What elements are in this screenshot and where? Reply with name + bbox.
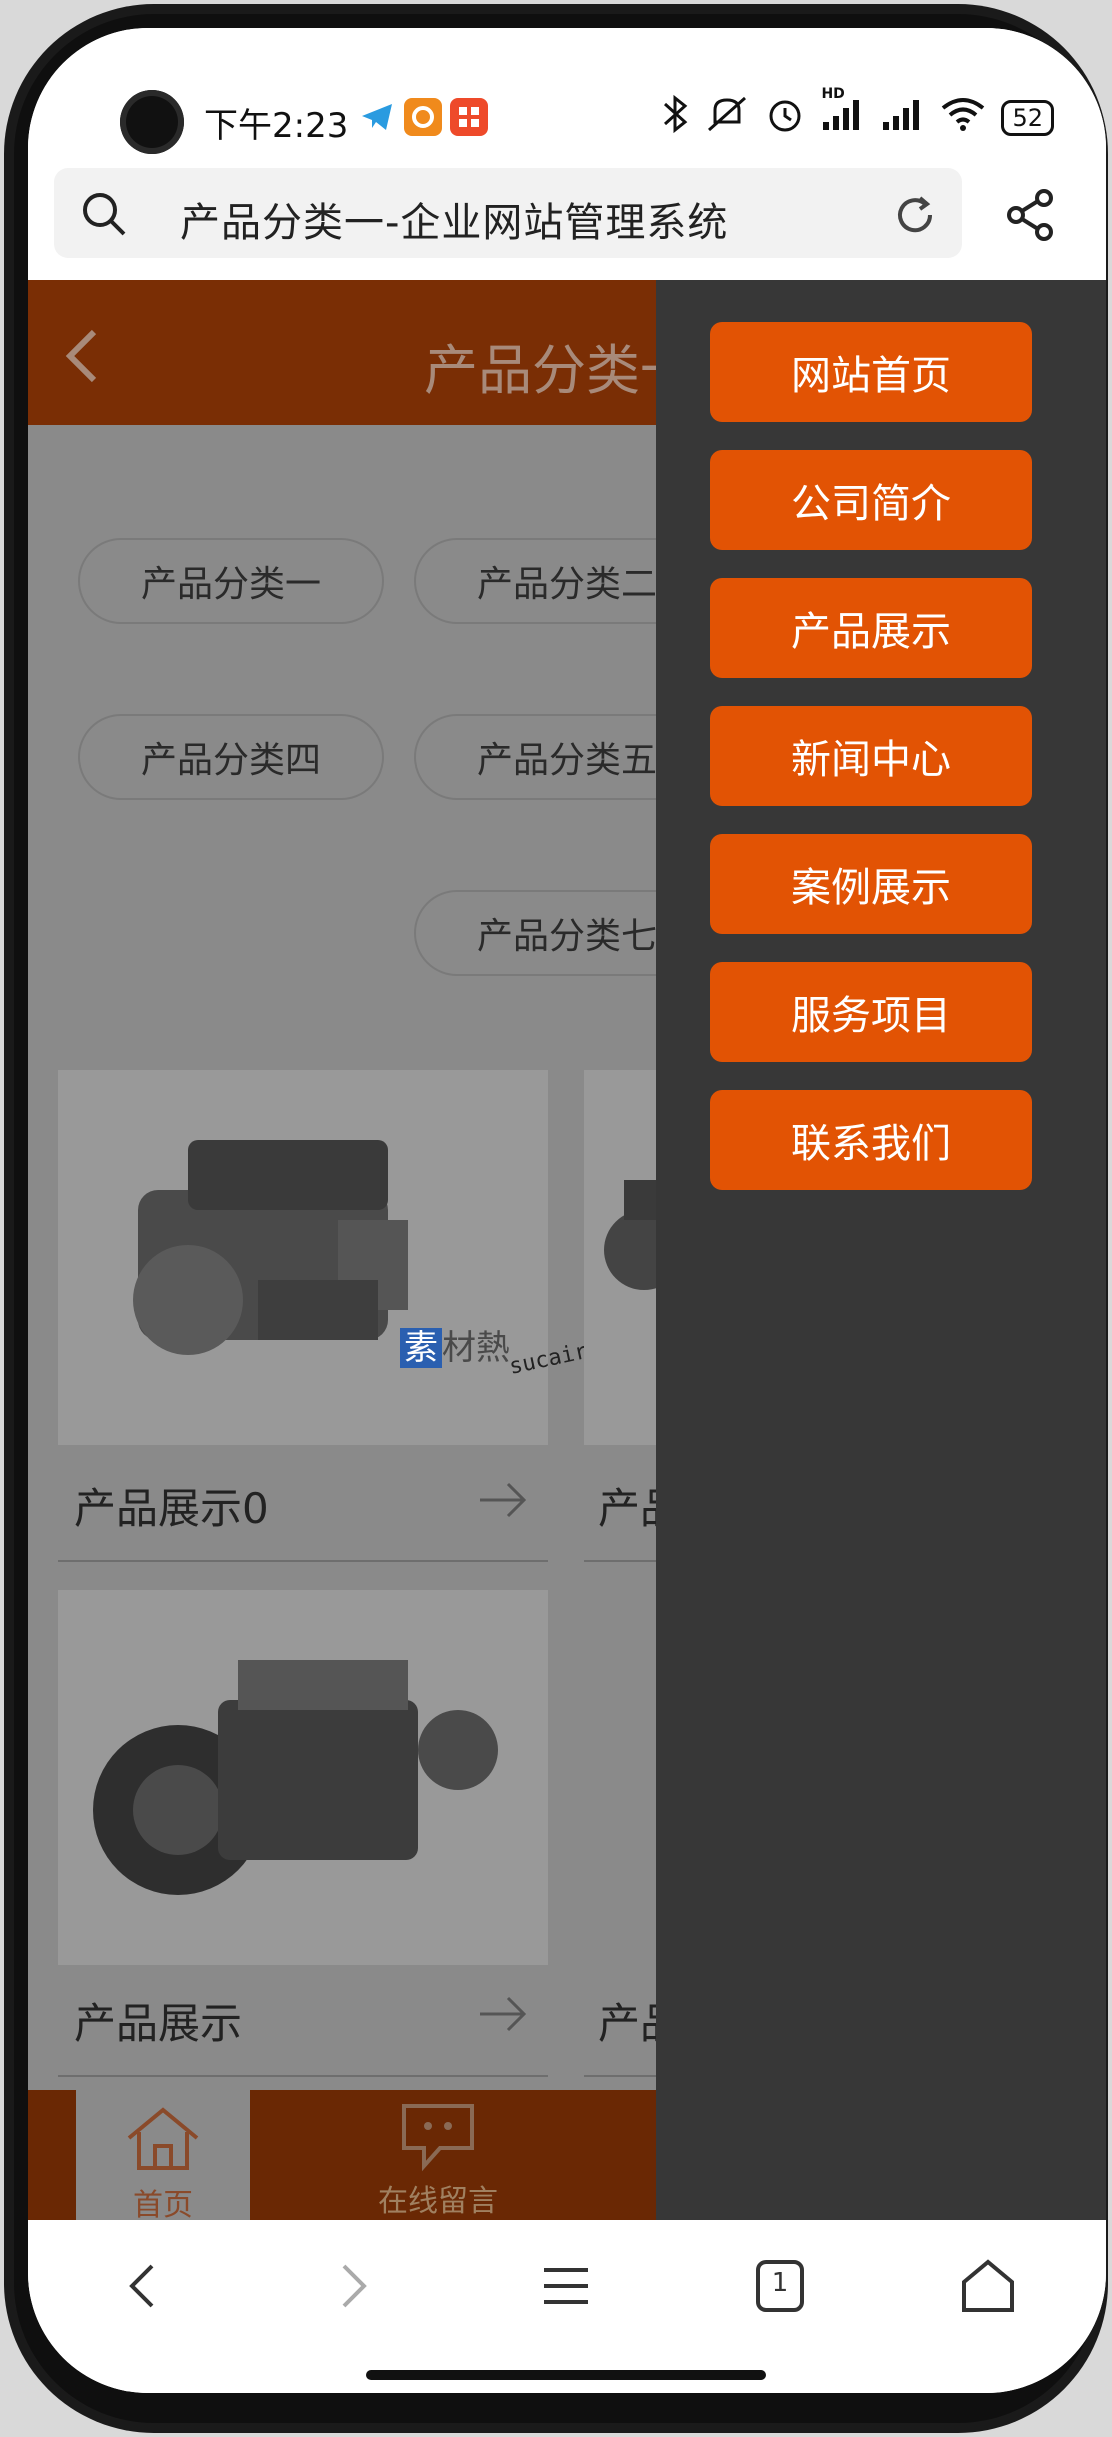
- search-icon[interactable]: [80, 190, 128, 242]
- front-camera: [120, 90, 184, 154]
- wifi-icon: [941, 96, 985, 140]
- forward-icon[interactable]: [328, 2256, 378, 2320]
- signal-hd-icon: HD: [821, 86, 865, 140]
- back-icon[interactable]: [118, 2256, 168, 2320]
- tab-message[interactable]: 在线留言: [338, 2090, 538, 2220]
- share-icon[interactable]: [1004, 188, 1058, 246]
- app-notification-icon: [404, 98, 442, 136]
- tab-label: 首页: [133, 2188, 193, 2220]
- bluetooth-icon: [661, 94, 689, 142]
- menu-item-cases[interactable]: 案例展示: [710, 834, 1032, 934]
- network-label: HD: [821, 86, 845, 102]
- menu-item-news[interactable]: 新闻中心: [710, 706, 1032, 806]
- arrow-right-icon[interactable]: [478, 1994, 528, 2038]
- menu-item-products[interactable]: 产品展示: [710, 578, 1032, 678]
- browser-toolbar: 1: [28, 2220, 1106, 2393]
- phone-frame: 下午2:23 HD 52 产品分类一-企业网站管理系统 产品分类一 产品分类一 …: [4, 4, 1108, 2433]
- status-bar: 下午2:23 HD 52: [28, 28, 1106, 178]
- back-arrow-icon[interactable]: [62, 326, 102, 390]
- product-label[interactable]: 产品展示: [74, 1990, 242, 2051]
- tab-home[interactable]: 首页: [76, 2090, 250, 2220]
- menu-item-about[interactable]: 公司简介: [710, 450, 1032, 550]
- web-page: 产品分类一 产品分类一 产品分类二 产品分类四 产品分类五 产品分类七 素材熱: [28, 280, 1106, 2220]
- watermark-mark: 素: [400, 1328, 442, 1368]
- product-image[interactable]: [58, 1590, 548, 1965]
- tab-count: 1: [771, 2268, 789, 2298]
- watermark: 素材熱: [400, 1320, 510, 1369]
- tab-label: 在线留言: [378, 2184, 498, 2219]
- alarm-icon: [765, 94, 805, 142]
- menu-item-home[interactable]: 网站首页: [710, 322, 1032, 422]
- reload-icon[interactable]: [890, 190, 940, 244]
- watermark-text: 材熱: [442, 1328, 510, 1368]
- mute-icon: [705, 94, 749, 142]
- chat-icon: [398, 2100, 478, 2176]
- menu-item-contact[interactable]: 联系我们: [710, 1090, 1032, 1190]
- page-title: 产品分类一: [424, 339, 694, 402]
- app-notification-icon-2: [450, 98, 488, 136]
- home-icon: [123, 2104, 203, 2178]
- status-icons: HD 52: [661, 86, 1054, 142]
- screen: 下午2:23 HD 52 产品分类一-企业网站管理系统 产品分类一 产品分类一 …: [28, 28, 1106, 2393]
- phone-bezel: 下午2:23 HD 52 产品分类一-企业网站管理系统 产品分类一 产品分类一 …: [14, 14, 1106, 2423]
- nav-drawer: 网站首页 公司简介 产品展示 新闻中心 案例展示 服务项目 联系我们: [656, 280, 1106, 2220]
- url-text[interactable]: 产品分类一-企业网站管理系统: [180, 190, 728, 248]
- product-divider: [58, 1560, 548, 1562]
- status-time: 下午2:23: [204, 106, 349, 146]
- category-chip[interactable]: 产品分类四: [78, 714, 384, 800]
- product-image[interactable]: [58, 1070, 548, 1445]
- battery-indicator: 52: [1001, 100, 1054, 136]
- home-indicator[interactable]: [366, 2370, 766, 2380]
- menu-icon[interactable]: [538, 2256, 594, 2320]
- telegram-icon: [358, 98, 396, 136]
- category-chip[interactable]: 产品分类一: [78, 538, 384, 624]
- product-label[interactable]: 产品展示0: [74, 1475, 269, 1536]
- menu-item-services[interactable]: 服务项目: [710, 962, 1032, 1062]
- signal-icon: [881, 96, 925, 140]
- tabs-icon[interactable]: 1: [752, 2256, 808, 2320]
- arrow-right-icon[interactable]: [478, 1480, 528, 1524]
- product-divider: [58, 2075, 548, 2077]
- home-icon[interactable]: [958, 2256, 1018, 2320]
